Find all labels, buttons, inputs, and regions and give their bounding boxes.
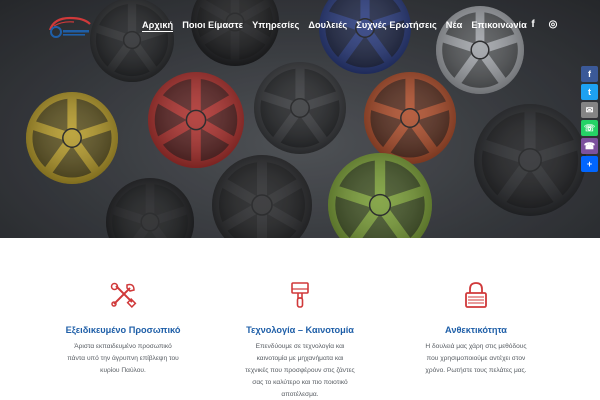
company-logo[interactable] bbox=[44, 12, 94, 40]
feature-technology: Τεχνολογία – Καινοτομία Επενδύουμε σε τε… bbox=[235, 280, 365, 400]
share-bar: f t ✉ ☏ ☎ + bbox=[581, 66, 598, 172]
nav-item-home[interactable]: Αρχική bbox=[142, 20, 174, 32]
lock-icon bbox=[465, 282, 487, 308]
nav-item-news[interactable]: Νέα bbox=[446, 20, 463, 32]
email-icon[interactable]: ✉ bbox=[581, 102, 598, 118]
feature-text: Η δουλειά μας χάρη στις μεθόδους που χρη… bbox=[425, 343, 527, 374]
nav-item-works[interactable]: Δουλειές bbox=[308, 20, 347, 32]
whatsapp-icon[interactable]: ☏ bbox=[581, 120, 598, 136]
instagram-icon[interactable]: ◎ bbox=[548, 19, 558, 30]
feature-title: Εξειδικευμένο Προσωπικό bbox=[65, 325, 181, 335]
nav-item-about[interactable]: Ποιοι Είμαστε bbox=[182, 20, 243, 32]
site-header: Αρχική Ποιοι Είμαστε Υπηρεσίες Δουλειές … bbox=[0, 0, 600, 52]
twitter-icon[interactable]: t bbox=[581, 84, 598, 100]
feature-text: Επενδύουμε σε τεχνολογία και καινοτομία … bbox=[245, 343, 355, 398]
main-nav: Αρχική Ποιοι Είμαστε Υπηρεσίες Δουλειές … bbox=[142, 20, 527, 32]
features-section: Εξειδικευμένο Προσωπικό Άριστα εκπαιδευμ… bbox=[0, 280, 600, 400]
tools-icon bbox=[110, 282, 137, 308]
header-social: f ◎ bbox=[528, 19, 558, 30]
nav-item-contact[interactable]: Επικοινωνία bbox=[471, 20, 526, 32]
feature-title: Τεχνολογία – Καινοτομία bbox=[246, 325, 354, 335]
feature-title: Ανθεκτικότητα bbox=[445, 325, 507, 335]
facebook-icon[interactable]: f bbox=[528, 19, 538, 30]
viber-icon[interactable]: ☎ bbox=[581, 138, 598, 154]
nav-item-faq[interactable]: Συχνές Ερωτήσεις bbox=[356, 20, 437, 32]
facebook-icon[interactable]: f bbox=[581, 66, 598, 82]
share-icon[interactable]: + bbox=[581, 156, 598, 172]
nav-item-services[interactable]: Υπηρεσίες bbox=[252, 20, 299, 32]
feature-staff: Εξειδικευμένο Προσωπικό Άριστα εκπαιδευμ… bbox=[58, 280, 188, 377]
paint-brush-icon bbox=[291, 282, 309, 308]
feature-durability: Ανθεκτικότητα Η δουλειά μας χάρη στις με… bbox=[411, 280, 541, 377]
feature-text: Άριστα εκπαιδευμένο προσωπικό πάντα υπό … bbox=[67, 343, 179, 374]
